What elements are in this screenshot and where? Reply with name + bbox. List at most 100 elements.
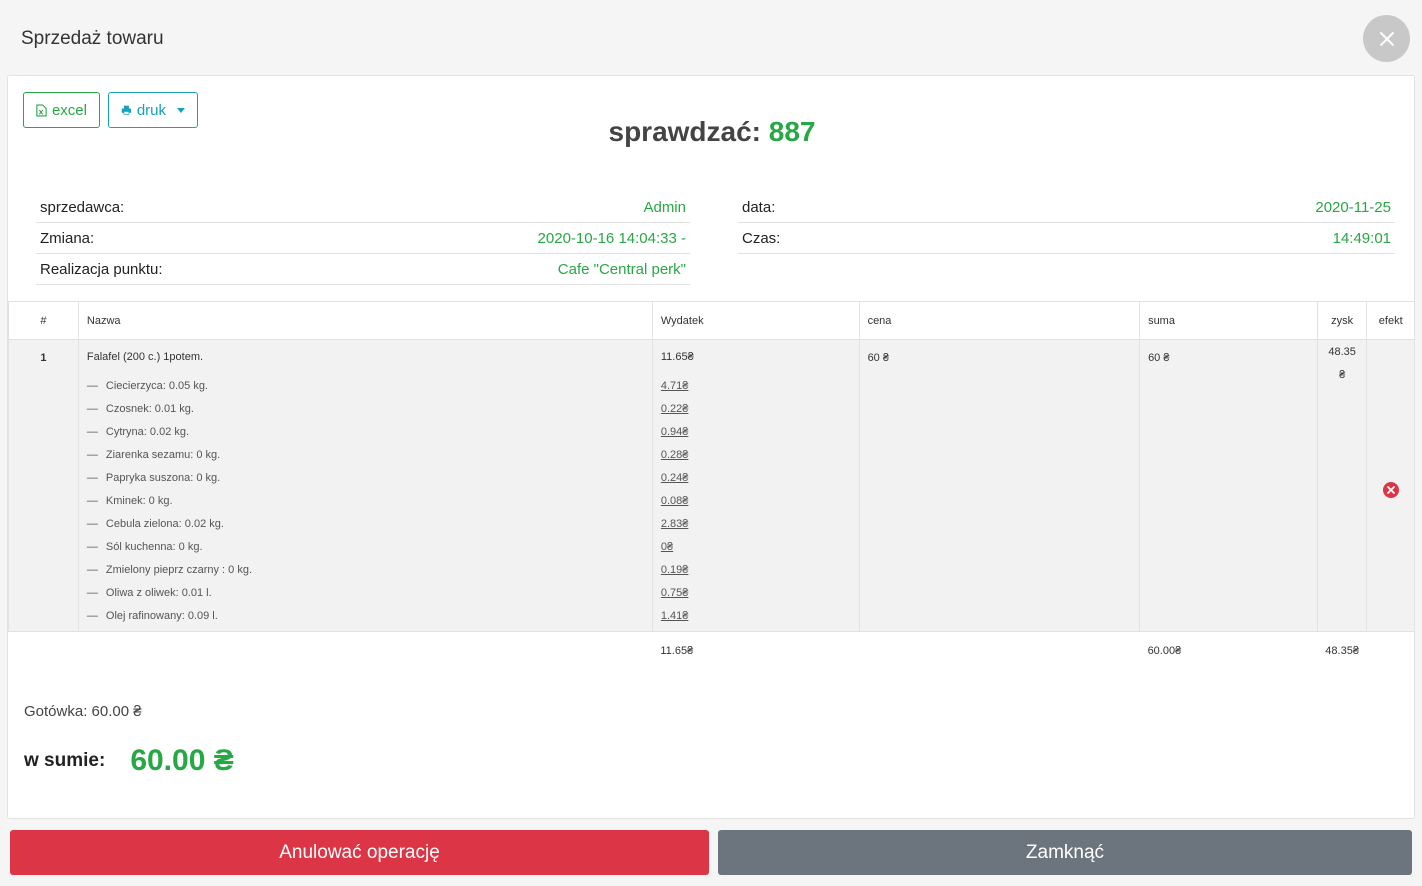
grand-total-label: w sumie:: [24, 750, 106, 771]
modal-title: Sprzedaż towaru: [21, 28, 164, 49]
chevron-down-icon: [177, 107, 185, 113]
ingredient-line: — Czosnek: 0.01 kg.: [87, 398, 644, 421]
ingredient-name: Ciecierzyca: 0.05 kg.: [105, 380, 208, 392]
remove-circle-icon: [1382, 482, 1399, 498]
printer-icon: [121, 105, 132, 115]
row-effect-cell: [1366, 339, 1414, 632]
ingredient-line: — Papryka suszona: 0 kg.: [87, 467, 644, 490]
column-header: efekt: [1366, 301, 1414, 340]
info-label: Czas:: [742, 229, 781, 247]
ingredient-line: — Ziarenka sezamu: 0 kg.: [87, 444, 644, 467]
column-header: Wydatek: [652, 301, 860, 340]
ingredient-name: Czosnek: 0.01 kg.: [105, 403, 194, 415]
ingredient-cost-link[interactable]: 0₴: [661, 536, 851, 559]
info-value: 2020-11-25: [1315, 198, 1391, 216]
row-name-cell: Falafel (200 c.) 1potem. — Ciecierzyca: 0…: [78, 339, 653, 632]
table-row: 1 Falafel (200 c.) 1potem. — Ciecierzyca:…: [8, 339, 1414, 632]
total-profit: 48.35₴: [1317, 631, 1367, 670]
column-header: #: [8, 301, 79, 340]
ingredient-name: Cytryna: 0.02 kg.: [105, 426, 190, 438]
ingredient-cost-link[interactable]: 0.19₴: [661, 559, 851, 582]
info-label: Realizacja punktu:: [40, 260, 163, 278]
ingredient-dash: —: [86, 610, 98, 622]
info-value: 2020-10-16 14:04:33 -: [537, 229, 686, 247]
ingredient-name: Zmielony pieprz czarny : 0 kg.: [105, 564, 253, 576]
ingredient-cost-link[interactable]: 0.24₴: [661, 467, 851, 490]
info-left: sprzedawca: Admin Zmiana: 2020-10-16 14:…: [36, 192, 690, 285]
ingredient-dash: —: [86, 541, 98, 553]
ingredient-cost-link[interactable]: 0.08₴: [661, 490, 851, 513]
ingredient-name: Olej rafinowany: 0.09 l.: [105, 610, 218, 622]
ingredient-cost-link[interactable]: 0.28₴: [661, 444, 851, 467]
total-sum: 60.00₴: [1139, 631, 1318, 670]
info-value: 14:49:01: [1332, 229, 1391, 247]
ingredient-name: Oliwa z oliwek: 0.01 l.: [105, 587, 212, 599]
ingredient-cost-link[interactable]: 0.75₴: [661, 582, 851, 605]
check-label: sprawdzać:: [608, 116, 762, 147]
ingredient-cost-link[interactable]: 1.41₴: [661, 605, 851, 628]
ingredient-line: — Sól kuchenna: 0 kg.: [87, 536, 644, 559]
row-cost-cell: 11.65₴ 4.71₴ 0.22₴ 0.94₴ 0.28₴ 0.24₴ 0.0…: [652, 339, 860, 632]
ingredient-dash: —: [86, 380, 98, 392]
ingredient-name: Kminek: 0 kg.: [105, 495, 173, 507]
row-price: 60 ₴: [859, 339, 1141, 632]
ingredient-name: Sól kuchenna: 0 kg.: [105, 541, 203, 553]
ingredient-line: — Zmielony pieprz czarny : 0 kg.: [87, 559, 644, 582]
check-title: sprawdzać: 887: [8, 116, 1416, 148]
info-label: data:: [742, 198, 776, 216]
info-label: sprzedawca:: [40, 198, 125, 216]
row-profit: 48.35 ₴: [1317, 339, 1368, 632]
ingredient-name: Papryka suszona: 0 kg.: [105, 472, 221, 484]
ingredient-name: Cebula zielona: 0.02 kg.: [105, 518, 224, 530]
ingredient-dash: —: [86, 587, 98, 599]
close-icon: [1379, 31, 1394, 46]
info-row-point: Realizacja punktu: Cafe "Central perk": [36, 254, 690, 285]
total-cost: 11.65₴: [652, 631, 860, 670]
ingredient-name: Ziarenka sezamu: 0 kg.: [105, 449, 221, 461]
ingredient-dash: —: [86, 449, 98, 461]
info-right: data: 2020-11-25 Czas: 14:49:01: [738, 192, 1395, 254]
ingredient-cost-link[interactable]: 4.71₴: [661, 375, 851, 398]
info-row-date: data: 2020-11-25: [738, 192, 1395, 223]
totals-row: 11.65₴ 60.00₴ 48.35₴: [8, 631, 1414, 670]
column-header: cena: [859, 301, 1141, 340]
ingredient-dash: —: [86, 403, 98, 415]
info-value: Cafe "Central perk": [557, 260, 686, 278]
ingredient-cost-link[interactable]: 0.94₴: [661, 421, 851, 444]
ingredient-line: — Ciecierzyca: 0.05 kg.: [87, 375, 644, 398]
info-value: Admin: [643, 198, 686, 216]
ingredient-line: — Oliwa z oliwek: 0.01 l.: [87, 582, 644, 605]
info-row-time: Czas: 14:49:01: [738, 223, 1395, 254]
info-label: Zmiana:: [40, 229, 95, 247]
ingredient-cost-link[interactable]: 2.83₴: [661, 513, 851, 536]
row-sum: 60 ₴: [1139, 339, 1318, 632]
grand-total-value: 60.00 ₴: [130, 744, 234, 777]
check-number: 887: [768, 116, 816, 147]
info-row-shift: Zmiana: 2020-10-16 14:04:33 -: [36, 223, 690, 254]
close-modal-button[interactable]: [1363, 15, 1410, 62]
close-button[interactable]: Zamknąć: [718, 830, 1412, 875]
ingredient-line: — Cebula zielona: 0.02 kg.: [87, 513, 644, 536]
column-header: Nazwa: [78, 301, 653, 340]
ingredient-line: — Kminek: 0 kg.: [87, 490, 644, 513]
ingredient-dash: —: [86, 564, 98, 576]
grand-total: w sumie: 60.00 ₴: [24, 744, 234, 778]
column-header: zysk: [1317, 301, 1368, 340]
cash-payment: Gotówka: 60.00 ₴: [24, 703, 142, 720]
column-header: suma: [1139, 301, 1318, 340]
sale-panel: excel druk sprawdzać: 887 sprzedawca: Ad…: [7, 75, 1415, 819]
ingredient-line: — Olej rafinowany: 0.09 l.: [87, 605, 644, 628]
ingredient-cost-link[interactable]: 0.22₴: [661, 398, 851, 421]
ingredient-line: — Cytryna: 0.02 kg.: [87, 421, 644, 444]
cost-main: 11.65₴: [660, 351, 694, 363]
ingredient-dash: —: [86, 518, 98, 530]
sale-items-table: # Nazwa Wydatek cena suma zysk efekt 1 F…: [8, 301, 1414, 670]
ingredient-dash: —: [86, 472, 98, 484]
remove-item-button[interactable]: [1382, 482, 1399, 501]
cancel-operation-button[interactable]: Anulować operację: [10, 830, 709, 875]
ingredient-dash: —: [86, 495, 98, 507]
product-name: Falafel (200 c.) 1potem.: [86, 351, 204, 363]
row-number: 1: [8, 339, 79, 632]
ingredient-dash: —: [86, 426, 98, 438]
info-row-seller: sprzedawca: Admin: [36, 192, 690, 223]
